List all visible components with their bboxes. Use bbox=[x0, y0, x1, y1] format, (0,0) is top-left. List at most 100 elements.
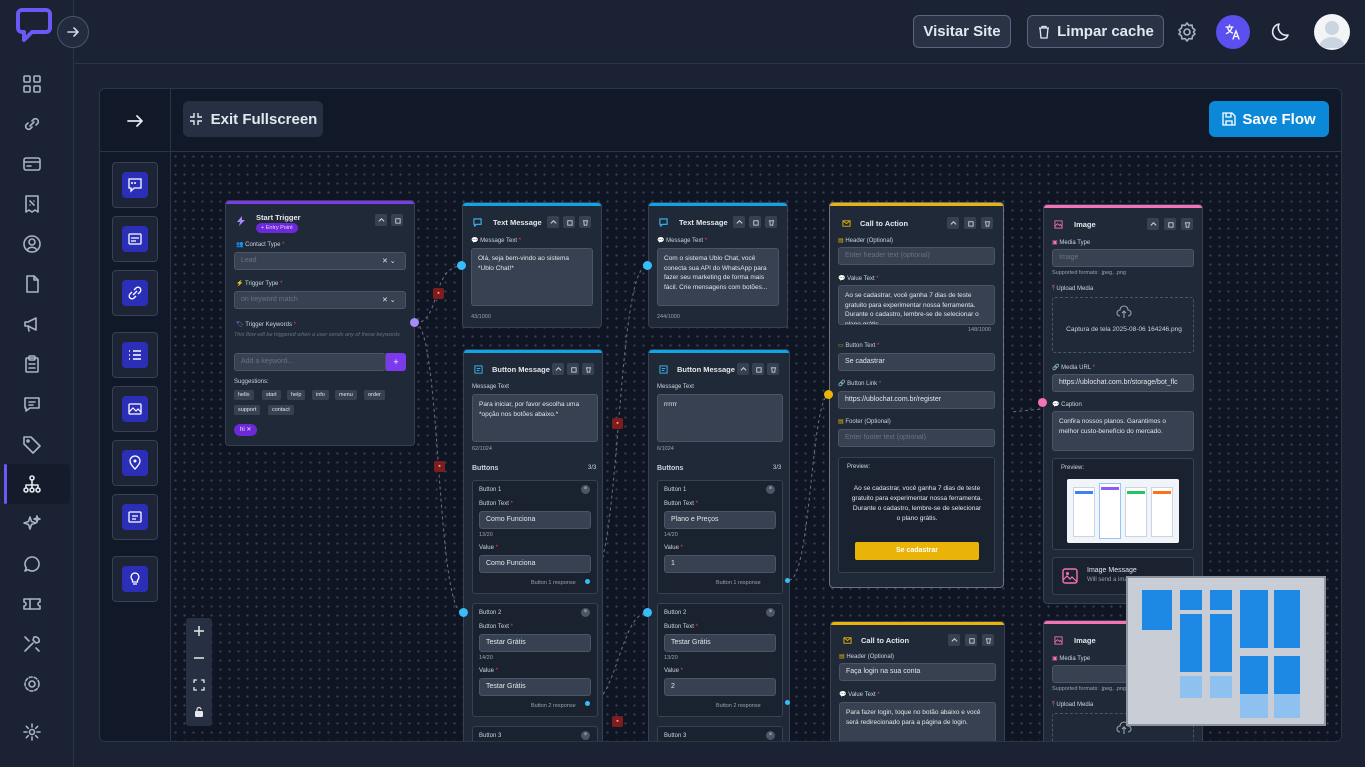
message-text-area[interactable]: Com o sistema Ublo Chat, você conecta su… bbox=[657, 248, 779, 306]
copy-icon[interactable] bbox=[965, 634, 977, 646]
lock-icon[interactable] bbox=[186, 699, 212, 725]
footer-input[interactable]: Enter footer text (optional) bbox=[838, 429, 995, 447]
link-icon[interactable] bbox=[18, 110, 46, 138]
trigger-type-select[interactable]: on keyword match bbox=[234, 291, 406, 309]
palette-contact-card[interactable] bbox=[112, 494, 158, 540]
collapse-icon[interactable] bbox=[547, 216, 559, 228]
output-handle[interactable] bbox=[785, 578, 790, 583]
button-text-input[interactable]: Testar Grátis bbox=[479, 634, 591, 652]
receipt-icon[interactable] bbox=[18, 190, 46, 218]
header-input[interactable]: Enter header text (optional) bbox=[838, 247, 995, 265]
moon-icon[interactable] bbox=[1270, 20, 1294, 44]
collapse-icon[interactable] bbox=[948, 634, 960, 646]
input-handle[interactable] bbox=[459, 608, 468, 617]
suggestion-chip[interactable]: start bbox=[262, 390, 281, 400]
selected-keyword-chip[interactable]: hi ✕ bbox=[234, 424, 258, 436]
output-handle[interactable] bbox=[585, 701, 590, 706]
remove-button-icon[interactable]: × bbox=[581, 485, 590, 494]
user-avatar[interactable] bbox=[1314, 14, 1350, 50]
clear-cache-button[interactable]: Limpar cache bbox=[1027, 15, 1164, 48]
palette-location[interactable] bbox=[112, 440, 158, 486]
settings-gear-icon[interactable] bbox=[1176, 21, 1198, 43]
tools-icon[interactable] bbox=[18, 630, 46, 658]
delete-icon[interactable] bbox=[1181, 218, 1193, 230]
media-type-select[interactable]: Image bbox=[1052, 249, 1194, 267]
text-message-node[interactable]: Text Message 💬 Message Text * Olá, seja … bbox=[462, 202, 602, 328]
call-to-action-node[interactable]: Call to Action ▤ Header (Optional) Enter… bbox=[829, 202, 1004, 588]
save-flow-button[interactable]: Save Flow bbox=[1209, 101, 1329, 137]
upload-dropzone[interactable]: Captura de tela 2025-08-06 164246.png bbox=[1052, 297, 1194, 353]
suggestion-chip[interactable]: contact bbox=[268, 405, 294, 415]
button-text-input[interactable]: Como Funciona bbox=[479, 511, 591, 529]
caption-text-area[interactable]: Confira nossos planos. Garantimos o melh… bbox=[1052, 411, 1194, 451]
message-text-area[interactable]: Para iniciar, por favor escolha uma *opç… bbox=[472, 394, 598, 442]
translate-icon[interactable] bbox=[1216, 15, 1250, 49]
palette-text-message[interactable] bbox=[112, 162, 158, 208]
ticket-icon[interactable] bbox=[18, 590, 46, 618]
input-handle[interactable] bbox=[1038, 398, 1047, 407]
delete-icon[interactable] bbox=[579, 216, 591, 228]
palette-button-message[interactable] bbox=[112, 216, 158, 262]
suggestion-chip[interactable]: support bbox=[234, 405, 261, 415]
settings-icon[interactable] bbox=[18, 718, 46, 746]
chat-icon[interactable] bbox=[18, 390, 46, 418]
toggle-palette-button[interactable] bbox=[100, 89, 171, 152]
header-input[interactable]: Faça login na sua conta bbox=[839, 663, 996, 681]
remove-button-icon[interactable]: × bbox=[581, 731, 590, 740]
palette-call-to-action[interactable] bbox=[112, 270, 158, 316]
collapse-icon[interactable] bbox=[552, 363, 564, 375]
logo-icon[interactable] bbox=[16, 6, 58, 46]
copy-icon[interactable] bbox=[563, 216, 575, 228]
select-clear-chevron-icon[interactable]: ✕ ⌄ bbox=[382, 296, 396, 304]
button-link-input[interactable]: https://ublochat.com.br/register bbox=[838, 391, 995, 409]
suggestion-chip[interactable]: info bbox=[312, 390, 329, 400]
copy-icon[interactable] bbox=[749, 216, 761, 228]
delete-icon[interactable] bbox=[582, 363, 594, 375]
button-value-input[interactable]: Testar Grátis bbox=[479, 678, 591, 696]
suggestion-chip[interactable]: hello bbox=[234, 390, 254, 400]
cog-icon[interactable] bbox=[18, 670, 46, 698]
collapse-icon[interactable] bbox=[733, 216, 745, 228]
input-handle[interactable] bbox=[643, 261, 652, 270]
delete-icon[interactable] bbox=[765, 216, 777, 228]
delete-icon[interactable] bbox=[981, 217, 993, 229]
fit-view-icon[interactable] bbox=[186, 672, 212, 698]
text-message-node[interactable]: Text Message 💬 Message Text * Com o sist… bbox=[648, 202, 788, 328]
visit-site-button[interactable]: Visitar Site bbox=[913, 15, 1011, 48]
add-keyword-button[interactable]: + bbox=[386, 353, 406, 371]
collapse-icon[interactable] bbox=[1147, 218, 1159, 230]
megaphone-icon[interactable] bbox=[18, 310, 46, 338]
button-message-node[interactable]: Button Message Message Text rrrrrr 6/102… bbox=[648, 349, 790, 741]
card-icon[interactable] bbox=[18, 150, 46, 178]
button-message-node[interactable]: Button Message Message Text Para iniciar… bbox=[463, 349, 603, 741]
copy-icon[interactable] bbox=[391, 214, 403, 226]
button-value-input[interactable]: Como Funciona bbox=[479, 555, 591, 573]
input-handle[interactable] bbox=[643, 608, 652, 617]
user-circle-icon[interactable] bbox=[18, 230, 46, 258]
flow-builder-icon[interactable] bbox=[18, 470, 46, 498]
value-text-area[interactable]: Para fazer login, toque no botão abaixo … bbox=[839, 702, 996, 741]
remove-button-icon[interactable]: × bbox=[766, 485, 775, 494]
message-text-area[interactable]: Olá, seja bem-vindo ao sistema *Ublo Cha… bbox=[471, 248, 593, 306]
input-handle[interactable] bbox=[824, 390, 833, 399]
copy-icon[interactable] bbox=[567, 363, 579, 375]
zoom-in-icon[interactable] bbox=[186, 618, 212, 644]
suggestion-chip[interactable]: order bbox=[364, 390, 385, 400]
button-text-input[interactable]: Testar Grátis bbox=[664, 634, 776, 652]
message-text-area[interactable]: rrrrrr bbox=[657, 394, 783, 442]
collapse-icon[interactable] bbox=[947, 217, 959, 229]
copy-icon[interactable] bbox=[964, 217, 976, 229]
button-value-input[interactable]: 2 bbox=[664, 678, 776, 696]
palette-ai[interactable] bbox=[112, 556, 158, 602]
input-handle[interactable] bbox=[457, 261, 466, 270]
dashboard-icon[interactable] bbox=[18, 70, 46, 98]
value-text-area[interactable]: Ao se cadastrar, você ganha 7 dias de te… bbox=[838, 285, 995, 325]
collapse-icon[interactable] bbox=[375, 214, 387, 226]
preview-cta-button[interactable]: Se cadastrar bbox=[855, 542, 979, 560]
call-to-action-node[interactable]: Call to Action ▤ Header (Optional) Faça … bbox=[830, 621, 1005, 741]
palette-list-message[interactable] bbox=[112, 332, 158, 378]
delete-icon[interactable] bbox=[982, 634, 994, 646]
copy-icon[interactable] bbox=[752, 363, 764, 375]
keyword-input[interactable]: Add a keyword... bbox=[234, 353, 386, 371]
remove-button-icon[interactable]: × bbox=[581, 608, 590, 617]
